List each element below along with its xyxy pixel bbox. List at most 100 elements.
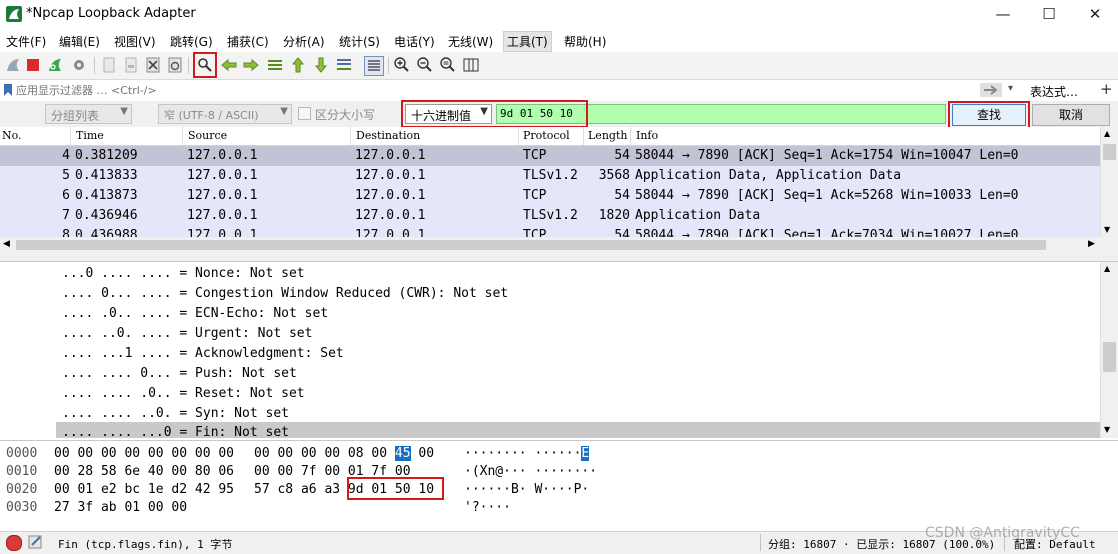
scroll-down-icon[interactable]: ▼: [1104, 425, 1110, 434]
scroll-down-icon[interactable]: ▼: [1104, 225, 1110, 234]
search-type-value: 十六进制值: [411, 109, 472, 123]
hex-bytes[interactable]: 00 01 e2 bc 1e d2 42 95: [54, 482, 234, 497]
scroll-thumb[interactable]: [1103, 144, 1116, 160]
save-file-icon[interactable]: [122, 56, 140, 74]
menu-go[interactable]: 跳转(G): [170, 33, 213, 50]
go-first-icon[interactable]: [289, 56, 307, 74]
stop-icon[interactable]: [24, 56, 42, 74]
detail-line[interactable]: .... .... ..0. = Syn: Not set: [62, 406, 289, 421]
packet-row[interactable]: 5 0.413833 127.0.0.1 127.0.0.1 TLSv1.2 3…: [0, 166, 1100, 186]
zoom-normal-icon[interactable]: [439, 56, 457, 74]
column-header-destination[interactable]: Destination: [356, 129, 420, 142]
search-type-select[interactable]: 十六进制值 ▼: [405, 104, 492, 124]
packet-row[interactable]: 6 0.413873 127.0.0.1 127.0.0.1 TCP 54 58…: [0, 186, 1100, 206]
go-last-icon[interactable]: [312, 56, 330, 74]
detail-line-selected[interactable]: .... .... ...0 = Fin: Not set: [56, 422, 1100, 438]
column-header-length[interactable]: Length: [588, 129, 627, 142]
menu-tools[interactable]: 工具(T): [503, 31, 552, 52]
detail-line[interactable]: .... ..0. .... = Urgent: Not set: [62, 326, 312, 341]
go-back-icon[interactable]: [220, 56, 238, 74]
scroll-up-icon[interactable]: ▲: [1104, 129, 1110, 138]
go-to-packet-icon[interactable]: [266, 56, 284, 74]
detail-line[interactable]: .... .0.. .... = ECN-Echo: Not set: [62, 306, 328, 321]
menu-statistics[interactable]: 统计(S): [339, 33, 380, 50]
menu-file[interactable]: 文件(F): [6, 33, 46, 50]
detail-line[interactable]: .... ...1 .... = Acknowledgment: Set: [62, 346, 344, 361]
search-value-input[interactable]: 9d 01 50 10: [496, 104, 946, 124]
close-button[interactable]: ✕: [1072, 0, 1118, 30]
restart-icon[interactable]: [46, 56, 64, 74]
add-filter-button[interactable]: +: [1100, 80, 1113, 98]
search-in-select[interactable]: 分组列表 ▼: [45, 104, 132, 124]
minimize-button[interactable]: —: [980, 0, 1026, 30]
column-divider[interactable]: [350, 127, 351, 145]
hex-bytes[interactable]: 00 00 00 00 00 00 00 00: [54, 446, 234, 461]
apply-filter-arrow-icon[interactable]: [980, 83, 1002, 97]
detail-line[interactable]: ...0 .... .... = Nonce: Not set: [62, 266, 305, 281]
menu-help[interactable]: 帮助(H): [564, 33, 606, 50]
menu-analyze[interactable]: 分析(A): [283, 33, 325, 50]
menu-edit[interactable]: 编辑(E): [59, 33, 100, 50]
find-packet-icon[interactable]: [196, 56, 214, 74]
filter-dropdown-icon[interactable]: ▾: [1008, 83, 1013, 94]
reload-icon[interactable]: [166, 56, 184, 74]
shark-fin-start-icon[interactable]: [4, 56, 22, 74]
maximize-button[interactable]: ☐: [1026, 0, 1072, 30]
packet-list-vscrollbar[interactable]: ▲ ▼: [1100, 127, 1118, 237]
autoscroll-icon[interactable]: [335, 56, 353, 74]
hex-bytes[interactable]: 00 28 58 6e 40 00 80 06: [54, 464, 234, 479]
zoom-in-icon[interactable]: [393, 56, 411, 74]
bookmark-icon[interactable]: [3, 83, 13, 97]
colorize-icon[interactable]: [364, 56, 384, 76]
column-divider[interactable]: [70, 127, 71, 145]
hex-bytes[interactable]: 00 00 7f 00 01 7f 00: [254, 464, 411, 479]
column-header-source[interactable]: Source: [188, 129, 227, 142]
column-divider[interactable]: [518, 127, 519, 145]
menu-capture[interactable]: 捕获(C): [227, 33, 269, 50]
zoom-out-icon[interactable]: [416, 56, 434, 74]
expression-button[interactable]: 表达式…: [1030, 83, 1078, 100]
ascii-bytes[interactable]: ········ ······E: [464, 446, 590, 461]
details-vscrollbar[interactable]: ▲ ▼: [1100, 262, 1118, 438]
column-divider[interactable]: [583, 127, 584, 145]
packet-row-selected[interactable]: 4 0.381209 127.0.0.1 127.0.0.1 TCP 54 58…: [0, 146, 1100, 166]
column-header-info[interactable]: Info: [636, 129, 658, 142]
scroll-left-icon[interactable]: ◀: [3, 239, 10, 249]
menu-telephony[interactable]: 电话(Y): [394, 33, 435, 50]
close-file-icon[interactable]: [144, 56, 162, 74]
resize-columns-icon[interactable]: [462, 56, 480, 74]
packet-row[interactable]: 7 0.436946 127.0.0.1 127.0.0.1 TLSv1.2 1…: [0, 206, 1100, 226]
hex-bytes[interactable]: 57 c8 a6 a3 9d 01 50 10: [254, 482, 434, 497]
scroll-thumb[interactable]: [16, 240, 1046, 250]
display-filter-input[interactable]: [16, 82, 976, 98]
scroll-thumb[interactable]: [1103, 342, 1116, 372]
detail-line[interactable]: .... 0... .... = Congestion Window Reduc…: [62, 286, 508, 301]
detail-line[interactable]: .... .... 0... = Push: Not set: [62, 366, 297, 381]
column-divider[interactable]: [630, 127, 631, 145]
open-file-icon[interactable]: [100, 56, 118, 74]
capture-comment-icon[interactable]: [28, 535, 44, 549]
hex-bytes[interactable]: 00 00 00 00 08 00 45 00: [254, 446, 434, 461]
column-header-time[interactable]: Time: [76, 129, 104, 142]
expert-info-icon[interactable]: [6, 535, 22, 551]
options-gear-icon[interactable]: [70, 56, 88, 74]
case-sensitive-checkbox[interactable]: [298, 107, 311, 120]
scroll-right-icon[interactable]: ▶: [1088, 239, 1095, 249]
ascii-bytes[interactable]: ·(Xn@··· ········: [464, 464, 597, 479]
ascii-bytes[interactable]: ······B· W····P·: [464, 482, 589, 497]
ascii-bytes[interactable]: '?····: [464, 500, 511, 515]
column-header-no[interactable]: No.: [2, 129, 22, 142]
cancel-button[interactable]: 取消: [1032, 104, 1110, 126]
column-header-protocol[interactable]: Protocol: [523, 129, 570, 142]
column-divider[interactable]: [182, 127, 183, 145]
menu-view[interactable]: 视图(V): [114, 33, 156, 50]
packet-row[interactable]: 8 0.436988 127.0.0.1 127.0.0.1 TCP 54 58…: [0, 226, 1100, 237]
scroll-up-icon[interactable]: ▲: [1104, 264, 1110, 273]
detail-line[interactable]: .... .... .0.. = Reset: Not set: [62, 386, 305, 401]
packet-list-hscrollbar[interactable]: ◀ ▶: [0, 237, 1118, 253]
go-forward-icon[interactable]: [242, 56, 260, 74]
hex-bytes[interactable]: 27 3f ab 01 00 00: [54, 500, 187, 515]
menu-wireless[interactable]: 无线(W): [448, 33, 493, 50]
find-button[interactable]: 查找: [952, 104, 1026, 126]
charset-select[interactable]: 窄 (UTF-8 / ASCII) ▼: [158, 104, 292, 124]
